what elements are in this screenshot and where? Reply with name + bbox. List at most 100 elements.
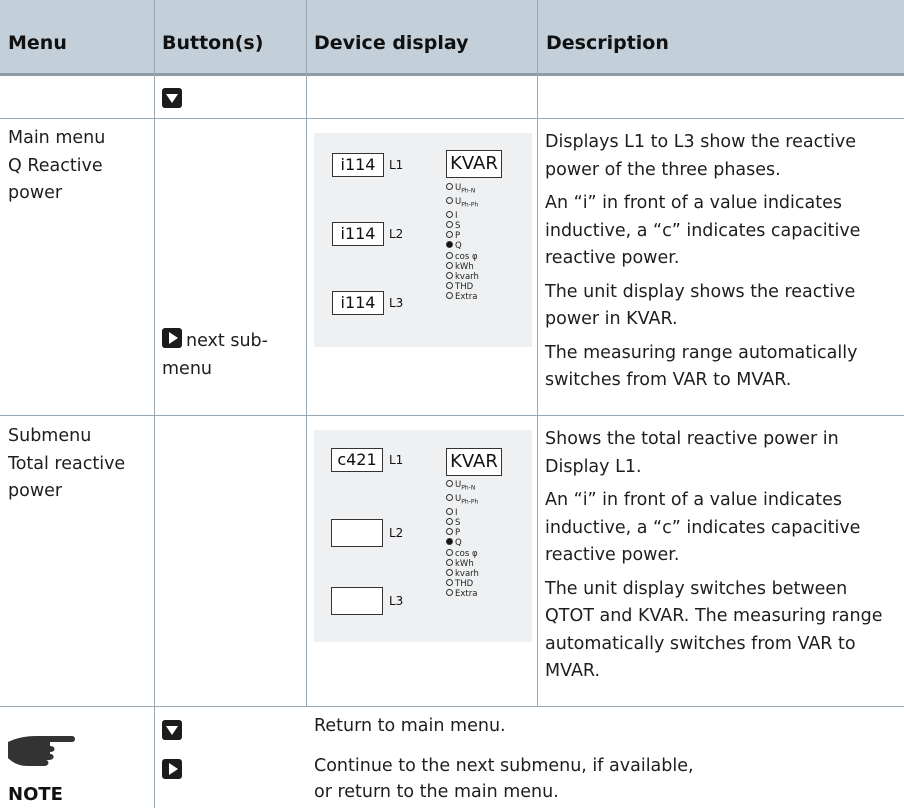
col-rule-3 bbox=[537, 0, 538, 706]
led-indicator: UPh-N bbox=[446, 480, 479, 494]
display-l2-value: i114 bbox=[332, 222, 384, 246]
led-indicator: I bbox=[446, 507, 479, 518]
led-dot-icon bbox=[446, 558, 453, 566]
led-label: kWh bbox=[455, 558, 474, 569]
led-dot-icon bbox=[446, 528, 453, 536]
led-list: UPh-N UPh-Ph I S P Qcos φ kWh kvarh THD Extra bbox=[446, 183, 479, 303]
led-indicator: P bbox=[446, 231, 479, 241]
led-label: S bbox=[455, 517, 461, 528]
led-label: Q bbox=[455, 538, 462, 549]
led-indicator: UPh-N bbox=[446, 183, 479, 197]
led-label: P bbox=[455, 231, 461, 242]
desc-main-2: An “i” in front of a value indicates ind… bbox=[545, 193, 861, 268]
menu-cell-sub: Submenu Total reactive power bbox=[8, 423, 152, 506]
down-key-icon bbox=[162, 720, 182, 740]
unit-display: KVAR bbox=[446, 448, 502, 476]
display-l3-label: L3 bbox=[389, 296, 404, 310]
led-indicator: Extra bbox=[446, 589, 479, 599]
led-indicator: cos φ bbox=[446, 548, 479, 559]
device-display-sub: c421 L1 L2 L3 KVAR UPh-N UPh-Ph I S P Qcos φk… bbox=[314, 430, 532, 642]
led-indicator: I bbox=[446, 210, 479, 221]
display-l2-label: L2 bbox=[389, 227, 404, 241]
desc-sub-1: Shows the total reactive power in Displa… bbox=[545, 429, 839, 477]
led-dot-icon bbox=[446, 282, 453, 290]
led-dot-icon bbox=[446, 183, 453, 190]
led-label: P bbox=[455, 528, 461, 539]
device-display-main: i114 L1 i114 L2 i114 L3 KVAR UPh-N UPh-Ph… bbox=[314, 133, 532, 347]
led-indicator: UPh-Ph bbox=[446, 196, 479, 211]
led-dot-icon bbox=[446, 251, 453, 259]
header-menu: Menu bbox=[8, 32, 67, 54]
led-dot-icon bbox=[446, 589, 453, 597]
note-label: NOTE bbox=[8, 784, 63, 805]
led-indicator: Q bbox=[446, 241, 479, 251]
next-submenu-label-b: menu bbox=[162, 358, 212, 379]
led-label: Extra bbox=[455, 292, 478, 303]
led-label: S bbox=[455, 220, 461, 231]
led-label: cos φ bbox=[455, 251, 478, 262]
led-dot-icon bbox=[446, 548, 453, 556]
led-dot-icon bbox=[446, 480, 453, 487]
led-dot-icon bbox=[446, 196, 453, 204]
led-indicator: THD bbox=[446, 282, 479, 292]
menu-main-line2: Q Reactive bbox=[8, 155, 103, 176]
led-indicator: Extra bbox=[446, 292, 479, 302]
right-key-icon bbox=[162, 328, 182, 348]
led-dot-icon bbox=[446, 241, 453, 249]
led-indicator: kvarh bbox=[446, 272, 479, 282]
menu-cell-main: Main menu Q Reactive power bbox=[8, 125, 152, 208]
led-list: UPh-N UPh-Ph I S P Qcos φ kWh kvarh THD Extra bbox=[446, 480, 479, 600]
display-l3-value: i114 bbox=[332, 291, 384, 315]
led-dot-icon bbox=[446, 272, 453, 279]
menu-main-line1: Main menu bbox=[8, 128, 106, 148]
note-return-text: Return to main menu. bbox=[314, 716, 506, 736]
note-continue-line1: Continue to the next submenu, if availab… bbox=[314, 756, 694, 776]
header-rule bbox=[0, 73, 904, 76]
led-label: THD bbox=[455, 579, 474, 590]
header-description: Description bbox=[546, 32, 669, 54]
display-l2-value bbox=[331, 519, 383, 547]
led-indicator: P bbox=[446, 528, 479, 538]
led-indicator: kWh bbox=[446, 261, 479, 272]
desc-main-4: The measuring range automatically switch… bbox=[545, 342, 858, 391]
display-l3-value bbox=[331, 587, 383, 615]
led-label: kvarh bbox=[455, 272, 479, 282]
desc-main-1: Displays L1 to L3 show the reactive powe… bbox=[545, 132, 857, 180]
led-label: I bbox=[455, 507, 458, 518]
menu-table: Menu Button(s) Device display Descriptio… bbox=[0, 0, 904, 808]
down-key-icon bbox=[162, 88, 182, 108]
led-label: cos φ bbox=[455, 548, 478, 559]
led-indicator: THD bbox=[446, 579, 479, 589]
led-label: kWh bbox=[455, 261, 474, 272]
led-label: THD bbox=[455, 282, 474, 293]
led-subscript: Ph-Ph bbox=[461, 498, 479, 506]
led-dot-icon bbox=[446, 231, 453, 239]
menu-sub-line2: Total reactive bbox=[8, 453, 126, 474]
led-dot-icon bbox=[446, 579, 453, 587]
menu-main-line3: power bbox=[8, 183, 63, 203]
display-l1-label: L1 bbox=[389, 158, 404, 172]
col-rule-2 bbox=[306, 0, 307, 706]
led-subscript: Ph-Ph bbox=[461, 201, 479, 209]
led-label: Extra bbox=[455, 589, 478, 600]
desc-sub-2: An “i” in front of a value indicates ind… bbox=[545, 490, 861, 565]
led-indicator: kWh bbox=[446, 558, 479, 569]
display-l3-label: L3 bbox=[389, 594, 404, 608]
led-indicator: Q bbox=[446, 538, 479, 548]
header-device-display: Device display bbox=[314, 32, 469, 54]
col-rule-1 bbox=[154, 0, 155, 808]
led-indicator: S bbox=[446, 220, 479, 231]
description-cell-sub: Shows the total reactive power in Displa… bbox=[545, 426, 901, 692]
right-key-icon bbox=[162, 759, 182, 779]
desc-sub-3: The unit display switches between QTOT a… bbox=[545, 578, 883, 682]
led-subscript: Ph-N bbox=[461, 187, 476, 195]
header-buttons: Button(s) bbox=[162, 32, 264, 54]
row-rule-1 bbox=[0, 118, 904, 119]
led-dot-icon bbox=[446, 292, 453, 300]
led-dot-icon bbox=[446, 210, 453, 218]
led-label: kvarh bbox=[455, 569, 479, 579]
led-indicator: UPh-Ph bbox=[446, 493, 479, 508]
description-cell-main: Displays L1 to L3 show the reactive powe… bbox=[545, 129, 901, 401]
row-rule-3 bbox=[0, 706, 904, 707]
led-dot-icon bbox=[446, 538, 453, 546]
